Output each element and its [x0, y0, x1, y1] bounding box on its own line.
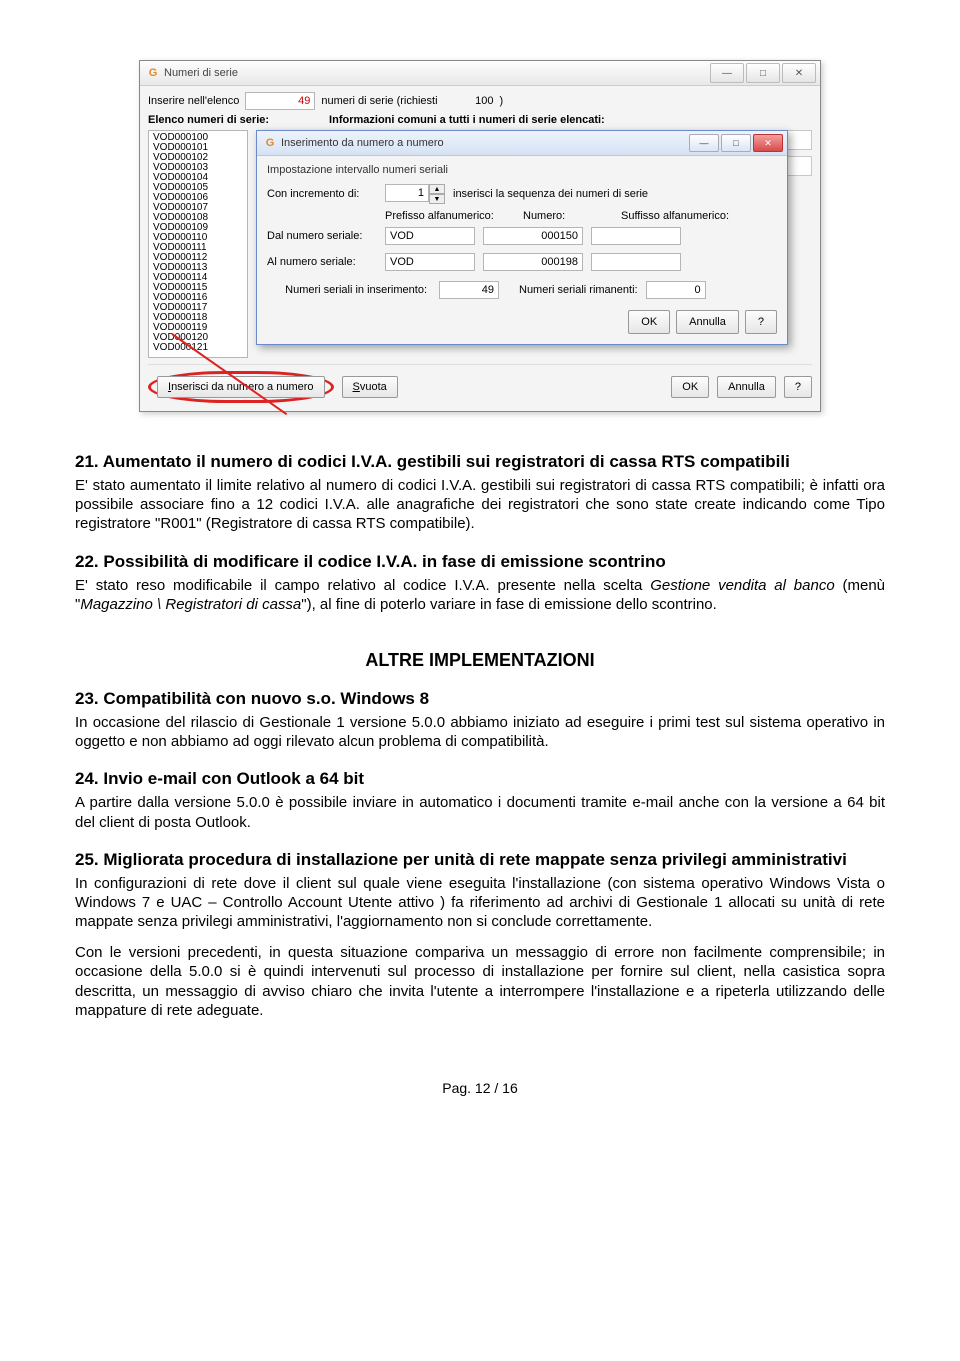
clear-button[interactable]: SvuotaSvuota [342, 376, 398, 398]
serial-list-header: Elenco numeri di serie: [148, 114, 269, 126]
minimize-icon[interactable]: — [710, 63, 744, 83]
paragraph-24: A partire dalla versione 5.0.0 è possibi… [75, 793, 885, 831]
to-suffix-input[interactable] [591, 253, 681, 271]
paragraph-21: E' stato aumentato il limite relativo al… [75, 476, 885, 534]
required-close: ) [500, 95, 504, 107]
heading-24: 24. Invio e-mail con Outlook a 64 bit [75, 769, 885, 789]
spinner-down-icon[interactable]: ▼ [429, 194, 445, 204]
increment-input[interactable] [385, 184, 429, 202]
heading-21: 21. Aumentato il numero di codici I.V.A.… [75, 452, 885, 472]
heading-altre-implementazioni: ALTRE IMPLEMENTAZIONI [75, 650, 885, 671]
remaining-count-label: Numeri seriali rimanenti: [519, 284, 638, 296]
to-serial-label: Al numero seriale: [267, 256, 377, 268]
from-number-input[interactable] [483, 227, 583, 245]
maximize-icon[interactable]: □ [721, 134, 751, 152]
range-insert-dialog: G Inserimento da numero a numero — □ ✕ I… [256, 130, 788, 345]
inserting-count-label: Numeri seriali in inserimento: [267, 284, 431, 296]
common-info-header: Informazioni comuni a tutti i numeri di … [329, 114, 605, 126]
serial-list[interactable]: VOD000100 VOD000101 VOD000102 VOD000103 … [148, 130, 248, 358]
highlight-circle-icon: IInserisci da numero a numeronserisci da… [148, 371, 334, 403]
app-icon: G [146, 66, 160, 80]
required-value: 100 [444, 95, 494, 107]
increment-label: Con incremento di: [267, 188, 377, 200]
close-icon[interactable]: ✕ [782, 63, 816, 83]
remaining-count-value [646, 281, 706, 299]
page-number: Pag. 12 / 16 [75, 1080, 885, 1096]
paragraph-22: E' stato reso modificabile il campo rela… [75, 576, 885, 614]
insert-count-label: Inserire nell'elenco [148, 95, 239, 107]
from-suffix-input[interactable] [591, 227, 681, 245]
heading-22: 22. Possibilità di modificare il codice … [75, 552, 885, 572]
minimize-icon[interactable]: — [689, 134, 719, 152]
heading-25: 25. Migliorata procedura di installazion… [75, 850, 885, 870]
col-prefix-header: Prefisso alfanumerico: [385, 210, 515, 222]
spinner-up-icon[interactable]: ▲ [429, 184, 445, 194]
inserting-count-value [439, 281, 499, 299]
to-prefix-input[interactable] [385, 253, 475, 271]
app-icon: G [263, 136, 277, 150]
ok-button[interactable]: OK [628, 310, 670, 334]
maximize-icon[interactable]: □ [746, 63, 780, 83]
dialog-subtitle: Impostazione intervallo numeri seriali [267, 164, 777, 176]
dialog-title: Inserimento da numero a numero [281, 137, 689, 149]
close-icon[interactable]: ✕ [753, 134, 783, 152]
outer-window-title: Numeri di serie [164, 67, 710, 79]
ok-button[interactable]: OK [671, 376, 709, 398]
col-number-header: Numero: [523, 210, 613, 222]
from-prefix-input[interactable] [385, 227, 475, 245]
cancel-button[interactable]: Annulla [676, 310, 739, 334]
required-label: numeri di serie (richiesti [321, 95, 437, 107]
help-button[interactable]: ? [784, 376, 812, 398]
heading-23: 23. Compatibilità con nuovo s.o. Windows… [75, 689, 885, 709]
to-number-input[interactable] [483, 253, 583, 271]
help-button[interactable]: ? [745, 310, 777, 334]
paragraph-25a: In configurazioni di rete dove il client… [75, 874, 885, 932]
insert-count-input[interactable] [245, 92, 315, 110]
from-serial-label: Dal numero seriale: [267, 230, 377, 242]
col-suffix-header: Suffisso alfanumerico: [621, 210, 751, 222]
serial-dialog-screenshot: G Numeri di serie — □ ✕ Inserire nell'el… [139, 60, 821, 412]
paragraph-23: In occasione del rilascio di Gestionale … [75, 713, 885, 751]
increment-suffix: inserisci la sequenza dei numeri di seri… [453, 188, 648, 200]
outer-window-titlebar: G Numeri di serie — □ ✕ [140, 61, 820, 86]
paragraph-25b: Con le versioni precedenti, in questa si… [75, 943, 885, 1020]
insert-range-button[interactable]: IInserisci da numero a numeronserisci da… [157, 376, 325, 398]
cancel-button[interactable]: Annulla [717, 376, 776, 398]
